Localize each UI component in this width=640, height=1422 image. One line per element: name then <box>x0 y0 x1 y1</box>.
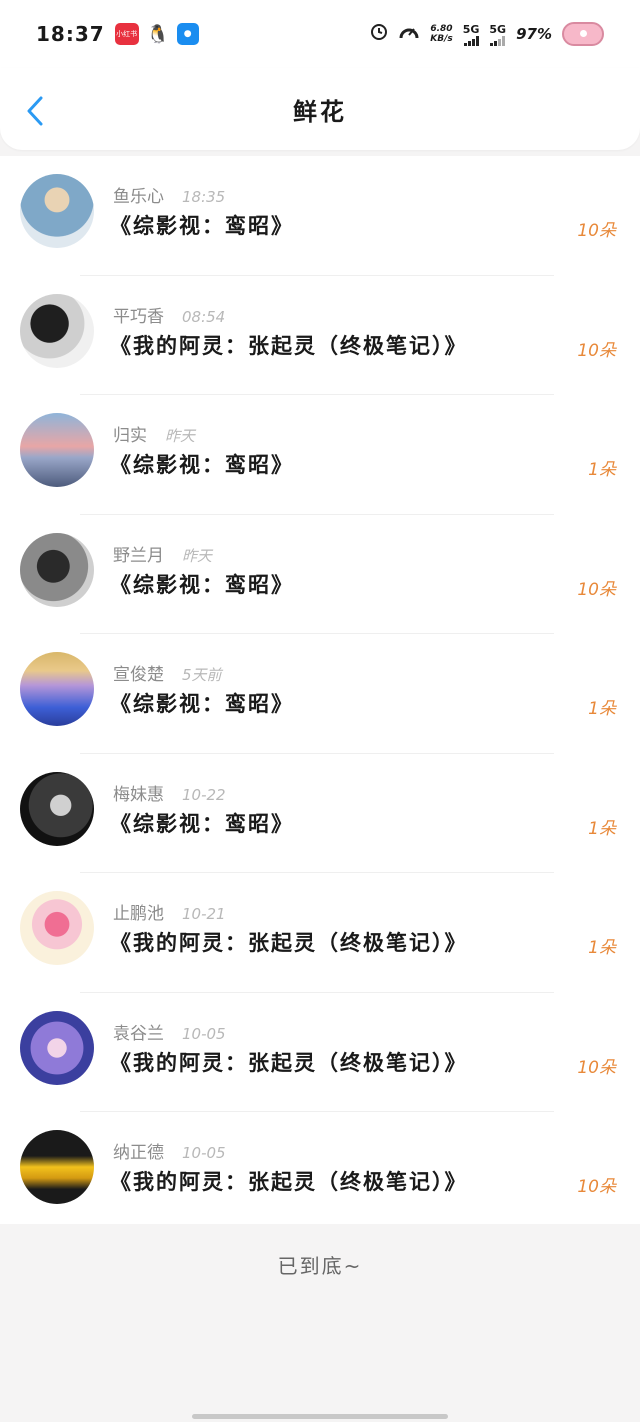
user-name[interactable]: 归实 <box>113 421 147 446</box>
status-time: 18:37 <box>36 22 105 46</box>
message-app-icon: ● <box>176 23 199 45</box>
timestamp: 10-22 <box>182 785 226 804</box>
status-indicators: 6.80 KB/s 5G 5G 97% <box>370 22 604 46</box>
avatar[interactable] <box>20 293 94 368</box>
timestamp: 08:54 <box>182 307 226 326</box>
flower-count: 10朵 <box>577 221 616 241</box>
timestamp: 18:35 <box>182 188 226 206</box>
book-title[interactable]: 《综影视：鸾昭》 <box>110 808 294 838</box>
avatar[interactable] <box>20 174 94 248</box>
timestamp: 昨天 <box>182 546 213 565</box>
signal-bars-icon <box>490 35 506 46</box>
list-item[interactable]: 袁谷兰 10-05 《我的阿灵：张起灵（终极笔记）》 10朵 <box>0 993 640 1112</box>
signal-2: 5G <box>489 23 506 46</box>
flower-count: 1朵 <box>588 699 616 719</box>
signal-bars-icon <box>463 35 479 46</box>
user-name[interactable]: 野兰月 <box>113 541 164 566</box>
timestamp: 10-05 <box>182 1024 226 1043</box>
battery-donut-icon <box>562 22 604 46</box>
timestamp: 5天前 <box>182 666 222 684</box>
flower-count: 10朵 <box>577 1057 616 1078</box>
flower-count: 10朵 <box>577 579 616 600</box>
home-indicator[interactable] <box>192 1414 448 1419</box>
net-speed-unit: KB/s <box>430 34 453 44</box>
avatar[interactable] <box>20 652 94 726</box>
user-name[interactable]: 鱼乐心 <box>113 182 164 207</box>
book-title[interactable]: 《综影视：鸾昭》 <box>110 569 294 599</box>
timestamp: 昨天 <box>165 427 196 445</box>
net-speed-value: 6.80 <box>430 24 453 34</box>
end-of-list-text: 已到底~ <box>277 1254 363 1278</box>
book-title[interactable]: 《我的阿灵：张起灵（终极笔记）》 <box>110 1047 468 1077</box>
battery-percent: 97% <box>516 25 552 43</box>
page-title: 鲜花 <box>293 97 347 126</box>
list-item[interactable]: 梅妹惠 10-22 《综影视：鸾昭》 1朵 <box>0 754 640 873</box>
avatar[interactable] <box>20 771 94 846</box>
flower-list: 鱼乐心 18:35 《综影视：鸾昭》 10朵 平巧香 08:54 《我的阿灵：张起灵… <box>0 156 640 1224</box>
flower-count: 1朵 <box>588 460 616 480</box>
timestamp: 10-21 <box>182 905 226 923</box>
flower-count: 10朵 <box>577 340 616 361</box>
network-type-2: 5G <box>489 22 507 36</box>
flower-count: 1朵 <box>588 938 616 958</box>
net-speed: 6.80 KB/s <box>430 24 452 44</box>
book-title[interactable]: 《综影视：鸾昭》 <box>110 688 294 718</box>
timestamp: 10-05 <box>182 1144 226 1162</box>
book-title[interactable]: 《我的阿灵：张起灵（终极笔记）》 <box>110 927 468 957</box>
user-name[interactable]: 纳正德 <box>113 1138 164 1163</box>
book-title[interactable]: 《我的阿灵：张起灵（终极笔记）》 <box>110 1166 468 1196</box>
list-item[interactable]: 纳正德 10-05 《我的阿灵：张起灵（终极笔记）》 10朵 <box>0 1112 640 1232</box>
list-item[interactable]: 鱼乐心 18:35 《综影视：鸾昭》 10朵 <box>0 156 640 276</box>
back-button[interactable] <box>20 94 50 128</box>
alarm-clock-icon <box>370 23 388 45</box>
list-item[interactable]: 止鹏池 10-21 《我的阿灵：张起灵（终极笔记）》 1朵 <box>0 873 640 993</box>
user-name[interactable]: 宣俊楚 <box>113 660 164 685</box>
user-name[interactable]: 平巧香 <box>113 302 164 327</box>
list-item[interactable]: 平巧香 08:54 《我的阿灵：张起灵（终极笔记）》 10朵 <box>0 276 640 395</box>
notification-icons: 小红书 🐧 ● <box>114 23 199 45</box>
user-name[interactable]: 止鹏池 <box>113 899 164 924</box>
network-type-1: 5G <box>462 22 480 36</box>
chevron-left-icon <box>27 96 43 126</box>
flower-count: 10朵 <box>577 1177 616 1197</box>
avatar[interactable] <box>20 891 94 965</box>
signal-1: 5G <box>462 22 480 46</box>
avatar[interactable] <box>20 532 94 607</box>
book-title[interactable]: 《综影视：鸾昭》 <box>110 210 294 240</box>
avatar[interactable] <box>20 1010 94 1085</box>
flower-count: 1朵 <box>588 818 616 839</box>
avatar[interactable] <box>20 1130 94 1204</box>
book-title[interactable]: 《我的阿灵：张起灵（终极笔记）》 <box>110 330 468 360</box>
speedometer-icon <box>398 22 420 46</box>
user-name[interactable]: 袁谷兰 <box>113 1019 164 1044</box>
list-item[interactable]: 野兰月 昨天 《综影视：鸾昭》 10朵 <box>0 515 640 634</box>
book-title[interactable]: 《综影视：鸾昭》 <box>110 449 294 479</box>
list-item[interactable]: 归实 昨天 《综影视：鸾昭》 1朵 <box>0 395 640 515</box>
list-item[interactable]: 宣俊楚 5天前 《综影视：鸾昭》 1朵 <box>0 634 640 754</box>
page-header: 鲜花 <box>0 68 640 150</box>
user-name[interactable]: 梅妹惠 <box>113 780 164 805</box>
avatar[interactable] <box>20 413 94 487</box>
status-bar: 18:37 小红书 🐧 ● 6.80 KB/s 5G 5G 97% <box>0 0 640 68</box>
qq-penguin-icon: 🐧 <box>146 23 169 45</box>
xiaohongshu-app-icon: 小红书 <box>114 23 139 45</box>
